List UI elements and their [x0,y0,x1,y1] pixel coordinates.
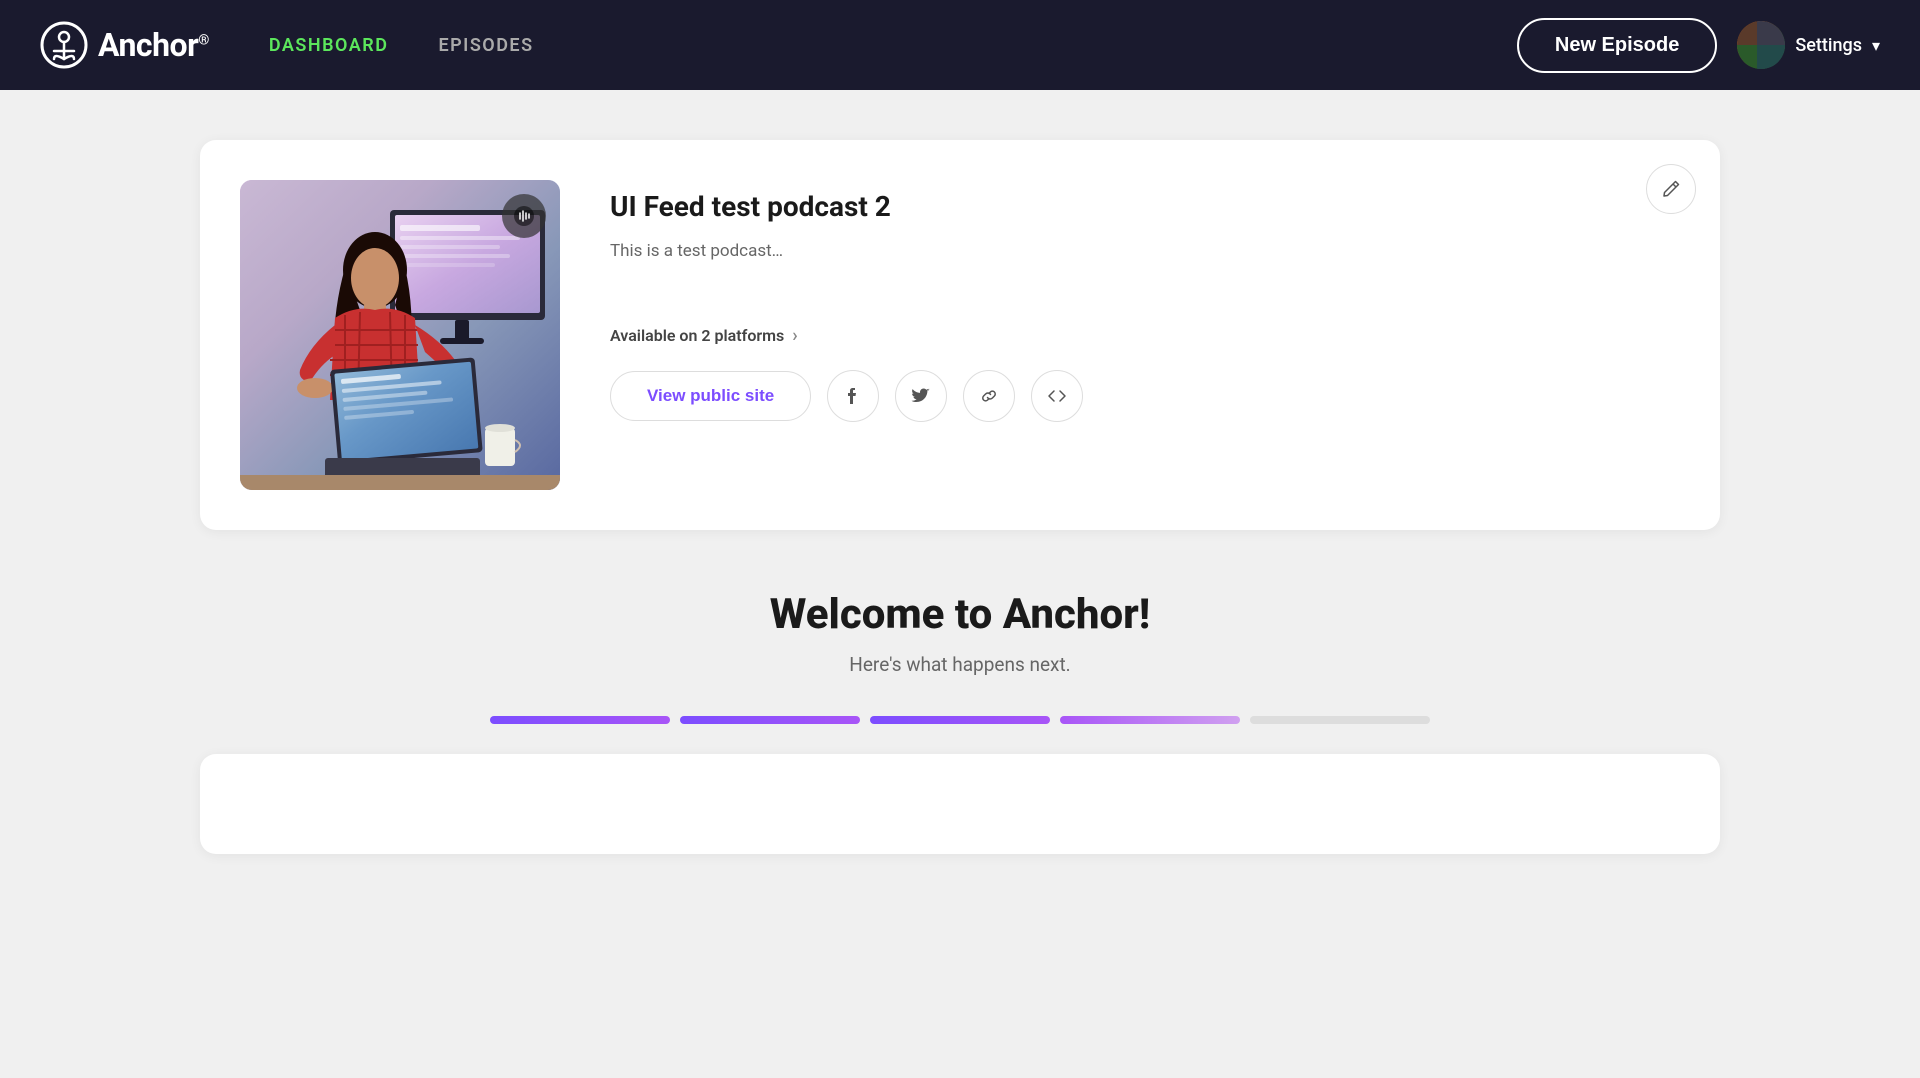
facebook-share-button[interactable] [827,370,879,422]
welcome-subtitle: Here's what happens next. [200,653,1720,676]
podcast-image-container: DELL [240,180,560,490]
welcome-section: Welcome to Anchor! Here's what happens n… [200,590,1720,854]
logo-area[interactable]: Anchor® [40,21,209,69]
podcast-info: UI Feed test podcast 2 This is a test po… [610,180,1680,422]
nav-episodes[interactable]: EPISODES [438,35,533,56]
progress-step-5[interactable] [1250,716,1430,724]
platforms-arrow-icon: › [792,325,797,346]
code-icon [1047,386,1067,406]
platforms-link[interactable]: Available on 2 platforms › [610,325,1680,346]
anchor-logo-icon [40,21,88,69]
embed-code-button[interactable] [1031,370,1083,422]
audio-indicator [502,194,546,238]
edit-button[interactable] [1646,164,1696,214]
progress-step-4[interactable] [1060,716,1240,724]
new-episode-button[interactable]: New Episode [1517,18,1717,73]
twitter-icon [911,386,931,406]
avatar [1737,21,1785,69]
twitter-share-button[interactable] [895,370,947,422]
view-public-site-button[interactable]: View public site [610,371,811,421]
logo-text: Anchor® [98,26,209,64]
header-right: New Episode Settings ▾ [1517,18,1880,73]
chevron-down-icon: ▾ [1872,36,1880,55]
main-content: DELL [0,90,1920,904]
settings-area[interactable]: Settings ▾ [1737,21,1880,69]
nav-dashboard[interactable]: DASHBOARD [269,35,389,56]
link-icon [979,386,999,406]
settings-label: Settings [1795,35,1862,56]
progress-step-2[interactable] [680,716,860,724]
copy-link-button[interactable] [963,370,1015,422]
podcast-title: UI Feed test podcast 2 [610,190,1680,223]
action-row: View public site [610,370,1680,422]
progress-step-1[interactable] [490,716,670,724]
pencil-icon [1661,179,1681,199]
platforms-text: Available on 2 platforms [610,326,784,345]
podcast-card: DELL [200,140,1720,530]
podcast-description: This is a test podcast… [610,239,1680,265]
main-header: Anchor® DASHBOARD EPISODES New Episode S… [0,0,1920,90]
progress-steps [200,716,1720,724]
welcome-content-card [200,754,1720,854]
audio-waves-icon [513,205,535,227]
facebook-icon [843,386,863,406]
main-nav: DASHBOARD EPISODES [269,35,1517,56]
progress-step-3[interactable] [870,716,1050,724]
welcome-title: Welcome to Anchor! [200,590,1720,639]
